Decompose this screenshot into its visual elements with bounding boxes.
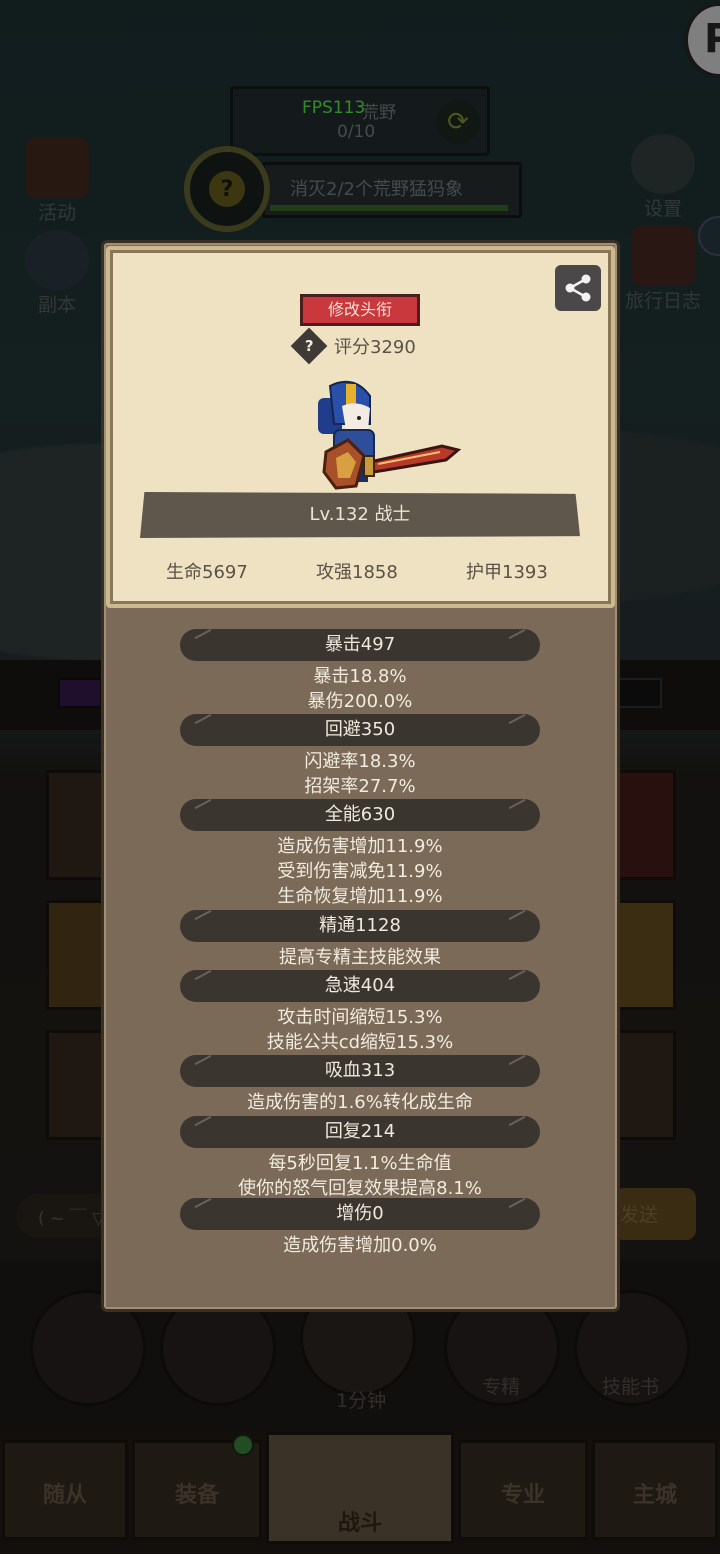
- stat-line: 受到伤害减免11.9%: [277, 861, 443, 882]
- score-help-icon[interactable]: ?: [290, 327, 328, 365]
- attack-stat: 攻强1858: [316, 562, 398, 583]
- stat-line: 造成伤害的1.6%转化成生命: [247, 1092, 473, 1113]
- stat-header-damage-bonus: 增伤0: [180, 1198, 540, 1230]
- stat-line: 闪避率18.3%: [304, 751, 416, 772]
- stat-line: 使你的怒气回复效果提高8.1%: [238, 1178, 482, 1199]
- hp-stat: 生命5697: [166, 562, 248, 583]
- stat-header-lifesteal: 吸血313: [180, 1055, 540, 1087]
- share-icon: [565, 274, 591, 302]
- stat-line: 暴伤200.0%: [307, 691, 413, 712]
- stat-line: 攻击时间缩短15.3%: [277, 1007, 443, 1028]
- stat-header-dodge: 回避350: [180, 714, 540, 746]
- stat-header-regen: 回复214: [180, 1116, 540, 1148]
- stat-line: 技能公共cd缩短15.3%: [266, 1032, 454, 1053]
- level-class-label: Lv.132 战士: [140, 492, 580, 538]
- score-row: ? 评分3290: [290, 327, 416, 365]
- stat-line: 招架率27.7%: [304, 776, 416, 797]
- warrior-character-sprite: [318, 380, 462, 490]
- change-title-button[interactable]: 修改头衔: [300, 294, 420, 326]
- stat-header-versatility: 全能630: [180, 799, 540, 831]
- stat-line: 暴击18.8%: [313, 666, 407, 687]
- stat-header-crit: 暴击497: [180, 629, 540, 661]
- stat-line: 每5秒回复1.1%生命值: [268, 1153, 452, 1174]
- stat-line: 造成伤害增加0.0%: [283, 1235, 437, 1256]
- stat-header-haste: 急速404: [180, 970, 540, 1002]
- share-button[interactable]: [555, 265, 601, 311]
- stat-line: 提高专精主技能效果: [279, 947, 441, 968]
- stat-header-mastery: 精通1128: [180, 910, 540, 942]
- armor-stat: 护甲1393: [466, 562, 548, 583]
- stat-line: 生命恢复增加11.9%: [277, 886, 443, 907]
- score-value: 评分3290: [334, 337, 416, 358]
- stat-line: 造成伤害增加11.9%: [277, 836, 443, 857]
